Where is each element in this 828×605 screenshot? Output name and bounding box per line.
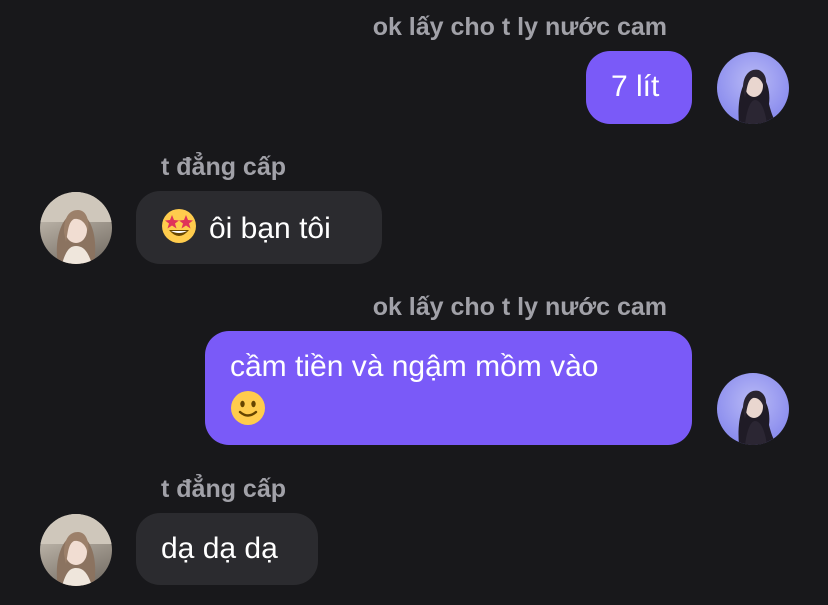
profile-photo-icon — [738, 390, 777, 445]
message-text: 7 lít — [611, 70, 660, 103]
sender-name: ok lấy cho t ly nước cam — [372, 13, 667, 41]
sender-name: ok lấy cho t ly nước cam — [372, 293, 667, 321]
my-avatar[interactable] — [717, 373, 789, 445]
profile-photo-icon — [40, 514, 112, 586]
slightly-smiling-face-emoji-icon — [231, 391, 265, 425]
friend-avatar[interactable] — [40, 192, 112, 264]
friend-avatar[interactable] — [40, 514, 112, 586]
message-text: dạ dạ dạ — [161, 532, 278, 565]
message-bubble-incoming[interactable]: dạ dạ dạ — [136, 513, 318, 585]
message-bubble-outgoing[interactable]: 7 lít — [586, 51, 692, 124]
star-struck-emoji-icon — [162, 209, 196, 243]
my-avatar[interactable] — [717, 52, 789, 124]
message-text: ôi bạn tôi — [209, 212, 331, 245]
profile-photo-icon — [40, 192, 112, 264]
message-text: cầm tiền và ngậm mồm vào — [230, 350, 599, 383]
message-bubble-incoming[interactable]: ôi bạn tôi — [136, 191, 382, 264]
sender-name: t đẳng cấp — [161, 153, 287, 181]
profile-photo-icon — [738, 69, 777, 124]
sender-name: t đẳng cấp — [161, 475, 287, 503]
message-bubble-outgoing[interactable]: cầm tiền và ngậm mồm vào — [205, 331, 692, 445]
